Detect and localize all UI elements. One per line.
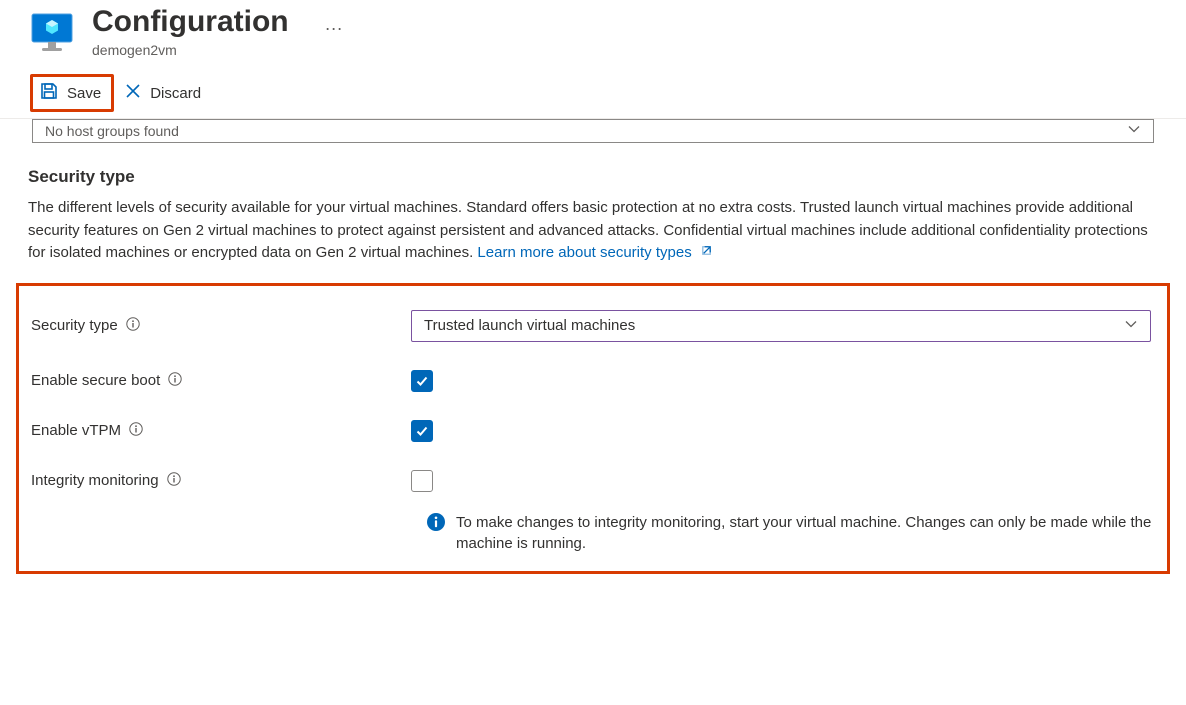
security-type-select[interactable]: Trusted launch virtual machines bbox=[411, 310, 1151, 342]
secure-boot-checkbox[interactable] bbox=[411, 370, 433, 392]
info-icon[interactable] bbox=[168, 372, 182, 390]
secure-boot-label: Enable secure boot bbox=[31, 372, 160, 389]
discard-label: Discard bbox=[150, 85, 201, 102]
page-title: Configuration bbox=[92, 4, 289, 40]
more-menu-icon[interactable]: ··· bbox=[325, 18, 343, 39]
external-link-icon bbox=[700, 242, 713, 265]
security-type-description: The different levels of security availab… bbox=[28, 197, 1148, 265]
page-subtitle: demogen2vm bbox=[92, 42, 289, 58]
info-filled-icon bbox=[426, 512, 446, 535]
vtpm-row: Enable vTPM bbox=[31, 406, 1155, 456]
integrity-note: To make changes to integrity monitoring,… bbox=[31, 506, 1155, 556]
security-type-value: Trusted launch virtual machines bbox=[424, 317, 635, 334]
security-type-section: Security type The different levels of se… bbox=[0, 143, 1186, 265]
close-icon bbox=[124, 82, 142, 104]
security-type-label: Security type bbox=[31, 317, 118, 334]
security-settings-box: Security type Trusted launch virtual mac… bbox=[16, 283, 1170, 575]
learn-more-link[interactable]: Learn more about security types bbox=[477, 244, 712, 261]
info-icon[interactable] bbox=[126, 317, 140, 335]
chevron-down-icon bbox=[1127, 122, 1141, 139]
save-button[interactable]: Save bbox=[30, 74, 114, 112]
info-icon[interactable] bbox=[129, 422, 143, 440]
integrity-note-text: To make changes to integrity monitoring,… bbox=[456, 512, 1155, 556]
save-icon bbox=[39, 81, 59, 105]
security-type-heading: Security type bbox=[28, 167, 1158, 187]
vtpm-checkbox[interactable] bbox=[411, 420, 433, 442]
security-type-row: Security type Trusted launch virtual mac… bbox=[31, 296, 1155, 356]
host-group-placeholder: No host groups found bbox=[45, 123, 179, 139]
discard-button[interactable]: Discard bbox=[118, 78, 211, 108]
toolbar: Save Discard bbox=[0, 68, 1186, 118]
integrity-monitoring-label: Integrity monitoring bbox=[31, 472, 159, 489]
save-label: Save bbox=[67, 85, 101, 102]
host-group-select[interactable]: No host groups found bbox=[32, 119, 1154, 143]
integrity-monitoring-checkbox[interactable] bbox=[411, 470, 433, 492]
vtpm-label: Enable vTPM bbox=[31, 422, 121, 439]
secure-boot-row: Enable secure boot bbox=[31, 356, 1155, 406]
chevron-down-icon bbox=[1124, 317, 1138, 335]
page-header: Configuration demogen2vm ··· bbox=[0, 0, 1186, 68]
integrity-monitoring-row: Integrity monitoring bbox=[31, 456, 1155, 506]
info-icon[interactable] bbox=[167, 472, 181, 490]
vm-icon bbox=[28, 8, 76, 56]
